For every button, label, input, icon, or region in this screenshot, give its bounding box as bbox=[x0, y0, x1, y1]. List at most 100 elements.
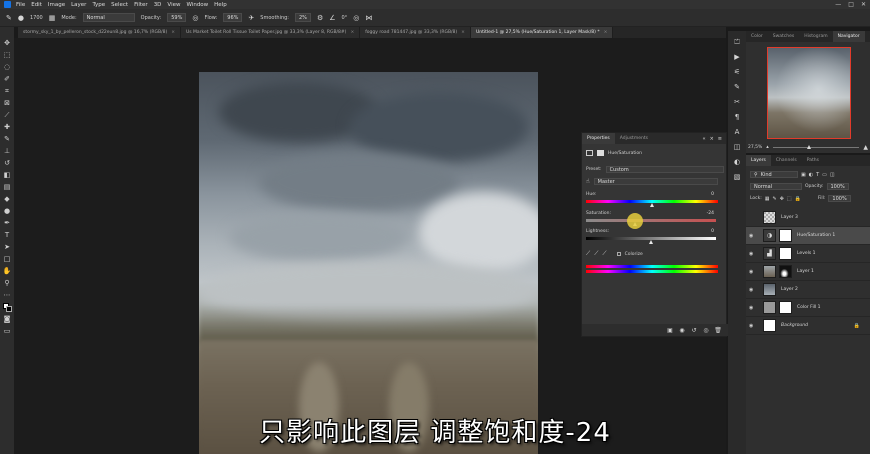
delete-trash-icon[interactable]: 🗑 bbox=[714, 326, 722, 334]
brush-preset-icon[interactable]: ● bbox=[18, 14, 24, 22]
layer-name[interactable]: Layer 1 bbox=[797, 269, 814, 274]
symmetry-icon[interactable]: ⋈ bbox=[365, 14, 372, 22]
layer-mask-thumbnail[interactable] bbox=[779, 247, 792, 260]
eraser-tool-icon[interactable]: ◧ bbox=[3, 171, 12, 180]
layer-row[interactable]: ◉ ▟ Levels 1 bbox=[746, 245, 870, 263]
hand-tool-icon[interactable]: ✋ bbox=[3, 267, 12, 276]
layer-mask-thumbnail[interactable] bbox=[779, 229, 792, 242]
minimize-button[interactable]: — bbox=[835, 1, 841, 8]
tab-adjustments[interactable]: Adjustments bbox=[615, 133, 653, 144]
tab-color[interactable]: Color bbox=[746, 31, 768, 42]
layer-name[interactable]: Layer 3 bbox=[781, 215, 798, 220]
menu-layer[interactable]: Layer bbox=[71, 2, 86, 8]
tab-properties[interactable]: Properties bbox=[582, 133, 615, 144]
layer-name[interactable]: Levels 1 bbox=[797, 251, 816, 256]
filter-shape-icon[interactable]: ▭ bbox=[822, 172, 827, 178]
airbrush-icon[interactable]: ✈ bbox=[248, 14, 254, 22]
menu-help[interactable]: Help bbox=[214, 2, 227, 8]
view-previous-state-icon[interactable]: ◉ bbox=[678, 326, 686, 334]
menu-filter[interactable]: Filter bbox=[134, 2, 148, 8]
filter-adjustment-icon[interactable]: ◐ bbox=[809, 172, 813, 178]
libraries-icon[interactable]: ◫ bbox=[732, 142, 742, 152]
colorize-checkbox[interactable] bbox=[616, 252, 621, 256]
menu-type[interactable]: Type bbox=[92, 2, 105, 8]
layer-row[interactable]: Layer 3 bbox=[746, 209, 870, 227]
zoom-tool-icon[interactable]: ⚲ bbox=[3, 279, 12, 288]
layer-row[interactable]: ◉ Background 🔒 bbox=[746, 317, 870, 335]
mode-select[interactable]: Normal bbox=[82, 13, 135, 22]
marquee-tool-icon[interactable]: ⬚ bbox=[3, 51, 12, 60]
menu-image[interactable]: Image bbox=[48, 2, 65, 8]
adjustments-icon[interactable]: ◐ bbox=[732, 157, 742, 167]
eyedropper-tool-icon[interactable]: ⟋ bbox=[3, 111, 12, 120]
visibility-eye-icon[interactable]: ◉ bbox=[749, 287, 757, 293]
document-tab[interactable]: Us Market Toilet Roll Tissue Toilet Pape… bbox=[180, 27, 361, 38]
close-button[interactable]: ✕ bbox=[861, 1, 866, 8]
layer-name[interactable]: Color Fill 1 bbox=[797, 305, 820, 310]
lock-artboard-icon[interactable]: ⬚ bbox=[787, 196, 792, 202]
rectangle-tool-icon[interactable]: □ bbox=[3, 255, 12, 264]
panel-collapse-icon[interactable]: « bbox=[703, 136, 706, 142]
lightness-slider-knob[interactable] bbox=[648, 240, 653, 244]
screen-mode-icon[interactable]: ▭ bbox=[3, 327, 12, 336]
menu-select[interactable]: Select bbox=[111, 2, 128, 8]
navigator-thumbnail[interactable] bbox=[767, 47, 851, 139]
reset-icon[interactable]: ↺ bbox=[690, 326, 698, 334]
dodge-tool-icon[interactable]: ● bbox=[3, 207, 12, 216]
tab-histogram[interactable]: Histogram bbox=[799, 31, 832, 42]
panel-menu-icon[interactable]: ≡ bbox=[718, 136, 722, 142]
opacity-field[interactable]: 59% bbox=[167, 13, 187, 22]
quick-select-tool-icon[interactable]: ✐ bbox=[3, 75, 12, 84]
layer-name[interactable]: Layer 2 bbox=[781, 287, 798, 292]
type-tool-icon[interactable]: T bbox=[3, 231, 12, 240]
blur-tool-icon[interactable]: ◆ bbox=[3, 195, 12, 204]
menu-edit[interactable]: Edit bbox=[31, 2, 42, 8]
pressure-size-icon[interactable]: ◎ bbox=[353, 14, 359, 22]
brush-tool-icon[interactable]: ✎ bbox=[6, 14, 12, 22]
move-tool-icon[interactable]: ✥ bbox=[3, 39, 12, 48]
smoothing-settings-gear-icon[interactable]: ⚙ bbox=[317, 14, 323, 22]
mask-icon[interactable] bbox=[597, 150, 604, 156]
paragraph-icon[interactable]: ¶ bbox=[732, 112, 742, 122]
layer-row[interactable]: ◉ Layer 1 bbox=[746, 263, 870, 281]
history-icon[interactable]: ⏍ bbox=[732, 37, 742, 47]
pressure-opacity-icon[interactable]: ◎ bbox=[192, 14, 198, 22]
visibility-eye-icon[interactable]: ◉ bbox=[749, 305, 757, 311]
lock-position-icon[interactable]: ✥ bbox=[780, 196, 784, 202]
healing-brush-tool-icon[interactable]: ✚ bbox=[3, 123, 12, 132]
visibility-eye-icon[interactable]: ◉ bbox=[749, 233, 757, 239]
saturation-value[interactable]: -24 bbox=[707, 211, 714, 216]
preset-select[interactable]: Custom bbox=[605, 166, 724, 173]
close-tab-icon[interactable]: × bbox=[604, 30, 608, 35]
eyedropper-plus-icon[interactable]: ⟋ bbox=[594, 250, 598, 258]
document-tab-active[interactable]: Untitled-1 @ 27,5% (Hue/Saturation 1, La… bbox=[470, 27, 614, 38]
brush-settings-icon[interactable]: ✎ bbox=[732, 82, 742, 92]
hue-slider-knob[interactable] bbox=[649, 203, 654, 207]
zoom-in-icon[interactable]: ▲ bbox=[863, 144, 868, 151]
clone-source-icon[interactable]: ✂ bbox=[732, 97, 742, 107]
tab-paths[interactable]: Paths bbox=[802, 155, 824, 166]
pen-tool-icon[interactable]: ✒ bbox=[3, 219, 12, 228]
history-brush-tool-icon[interactable]: ↺ bbox=[3, 159, 12, 168]
lock-image-icon[interactable]: ✎ bbox=[773, 196, 777, 202]
angle-value[interactable]: 0° bbox=[342, 15, 348, 21]
close-tab-icon[interactable]: × bbox=[461, 30, 465, 35]
layer-mask-thumbnail[interactable] bbox=[779, 265, 792, 278]
layer-opacity-field[interactable]: 100% bbox=[826, 183, 849, 190]
maximize-button[interactable]: □ bbox=[848, 1, 854, 8]
document-tab[interactable]: stormy_sky_1_by_pelleron_stock_d22eun8.j… bbox=[18, 27, 181, 38]
eyedropper-icon[interactable]: ⟋ bbox=[586, 250, 590, 258]
eyedropper-minus-icon[interactable]: ⟋ bbox=[602, 250, 606, 258]
brush-angle-icon[interactable]: ∠ bbox=[329, 14, 335, 22]
edit-toolbar-icon[interactable]: ⋯ bbox=[3, 291, 12, 300]
zoom-out-icon[interactable]: ▴ bbox=[766, 144, 769, 150]
layer-name[interactable]: Background bbox=[781, 323, 808, 328]
zoom-value[interactable]: 27,5% bbox=[748, 145, 762, 150]
filter-type-icon[interactable]: T bbox=[816, 172, 819, 178]
hue-value[interactable]: 0 bbox=[711, 192, 714, 197]
layer-row[interactable]: ◉ Color Fill 1 bbox=[746, 299, 870, 317]
layer-mask-thumbnail[interactable] bbox=[779, 301, 792, 314]
tab-channels[interactable]: Channels bbox=[771, 155, 802, 166]
layer-filter-kind-select[interactable]: ⚲ Kind bbox=[750, 171, 798, 178]
lock-all-icon[interactable]: 🔒 bbox=[795, 196, 801, 202]
